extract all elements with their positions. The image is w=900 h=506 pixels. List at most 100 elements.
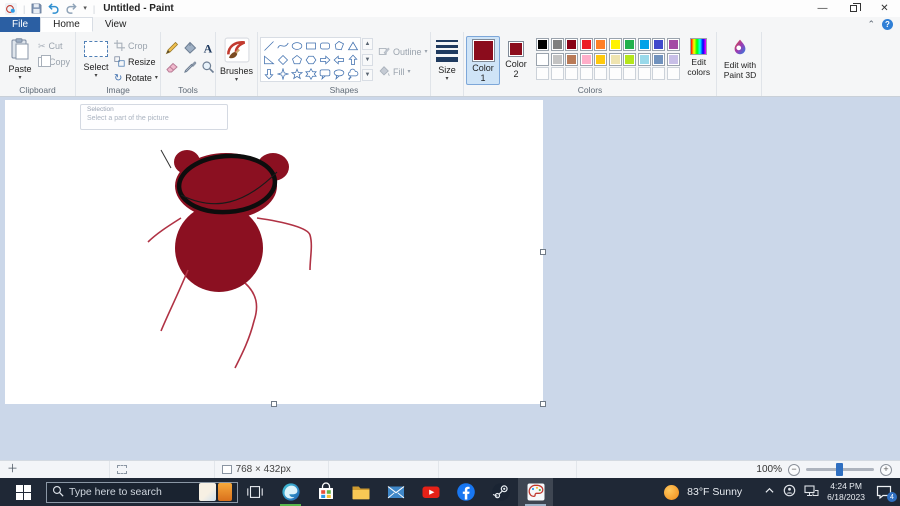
redo-icon[interactable] xyxy=(65,3,78,14)
palette-swatch-empty[interactable] xyxy=(550,67,564,80)
palette-swatch[interactable] xyxy=(637,52,651,66)
undo-icon[interactable] xyxy=(47,3,60,14)
task-view-button[interactable] xyxy=(238,478,271,506)
shape-right-triangle[interactable] xyxy=(262,53,275,66)
palette-swatch-empty[interactable] xyxy=(565,67,578,80)
magnifier-icon[interactable] xyxy=(200,58,216,75)
shape-rectangle[interactable] xyxy=(304,39,317,52)
shape-ellipse[interactable] xyxy=(290,39,303,52)
rotate-button[interactable]: ↻ Rotate ▾ xyxy=(114,71,158,85)
select-button[interactable]: Select ▾ xyxy=(78,36,114,79)
clock[interactable]: 4:24 PM 6/18/2023 xyxy=(827,481,865,503)
weather-text[interactable]: 83°F Sunny xyxy=(687,486,742,498)
palette-swatch-empty[interactable] xyxy=(536,67,549,80)
shape-star-6[interactable] xyxy=(304,67,317,80)
resize-button[interactable]: Resize xyxy=(114,55,158,69)
palette-swatch[interactable] xyxy=(536,38,549,51)
help-icon[interactable]: ? xyxy=(882,19,893,30)
shape-diamond[interactable] xyxy=(276,53,289,66)
taskbar-app-youtube[interactable] xyxy=(413,478,448,506)
taskbar-app-edge[interactable] xyxy=(273,478,308,506)
palette-swatch[interactable] xyxy=(594,52,607,66)
palette-swatch-empty[interactable] xyxy=(608,67,622,80)
palette-swatch[interactable] xyxy=(565,38,578,51)
palette-swatch[interactable] xyxy=(623,52,636,66)
shapes-scroll-up-icon[interactable]: ▲ xyxy=(362,38,373,50)
palette-swatch[interactable] xyxy=(666,38,680,51)
pencil-icon[interactable] xyxy=(164,39,180,56)
shape-line[interactable] xyxy=(262,39,275,52)
palette-swatch-empty[interactable] xyxy=(594,67,607,80)
minimize-icon[interactable]: — xyxy=(807,0,838,17)
palette-swatch[interactable] xyxy=(666,52,680,66)
palette-swatch-empty[interactable] xyxy=(623,67,636,80)
canvas-resize-handle-bottom[interactable] xyxy=(271,401,277,407)
shape-pentagon[interactable] xyxy=(290,53,303,66)
drawing-canvas[interactable] xyxy=(5,100,543,404)
zoom-out-icon[interactable]: − xyxy=(788,463,800,476)
palette-swatch[interactable] xyxy=(608,38,622,51)
zoom-in-icon[interactable]: + xyxy=(880,463,892,476)
shape-rounded-rectangle[interactable] xyxy=(318,39,331,52)
brushes-button[interactable]: Brushes ▾ xyxy=(219,36,255,83)
eraser-icon[interactable] xyxy=(164,58,180,75)
shape-callout-oval[interactable] xyxy=(332,67,345,80)
palette-swatch[interactable] xyxy=(637,38,651,51)
canvas-resize-handle-corner[interactable] xyxy=(540,401,546,407)
shape-hexagon[interactable] xyxy=(304,53,317,66)
shape-arrow-right[interactable] xyxy=(318,53,331,66)
edit-colors-button[interactable]: Edit colors xyxy=(684,36,715,77)
palette-swatch[interactable] xyxy=(536,52,549,66)
palette-swatch[interactable] xyxy=(565,52,578,66)
shapes-scroll-down-icon[interactable]: ▼ xyxy=(362,53,373,66)
fill-button[interactable]: Fill ▾ xyxy=(378,65,428,79)
palette-swatch[interactable] xyxy=(594,38,607,51)
taskbar-app-steam[interactable] xyxy=(483,478,518,506)
shape-arrow-up[interactable] xyxy=(346,53,359,66)
taskbar-app-store[interactable] xyxy=(308,478,343,506)
cut-button[interactable]: ✂ Cut xyxy=(38,39,70,53)
palette-swatch[interactable] xyxy=(623,38,636,51)
search-box[interactable] xyxy=(46,481,238,503)
network-icon[interactable] xyxy=(804,484,819,500)
palette-swatch-empty[interactable] xyxy=(637,67,651,80)
palette-swatch[interactable] xyxy=(579,38,593,51)
palette-swatch[interactable] xyxy=(652,38,665,51)
size-button[interactable]: Size ▾ xyxy=(433,36,461,82)
shape-callout-cloud[interactable] xyxy=(346,67,359,80)
palette-swatch[interactable] xyxy=(579,52,593,66)
shape-star-4[interactable] xyxy=(276,67,289,80)
sun-icon[interactable] xyxy=(664,484,680,500)
tab-view[interactable]: View xyxy=(93,17,139,32)
canvas-resize-handle-right[interactable] xyxy=(540,249,546,255)
taskbar-app-mail[interactable] xyxy=(378,478,413,506)
taskbar-app-paint[interactable] xyxy=(518,478,553,506)
customize-toolbar-icon[interactable]: ▾ xyxy=(83,5,87,12)
color2-button[interactable]: Color 2 xyxy=(500,36,532,80)
notification-button[interactable]: 4 xyxy=(873,485,897,502)
search-input[interactable] xyxy=(69,486,194,498)
palette-swatch[interactable] xyxy=(652,52,665,66)
tab-file[interactable]: File xyxy=(0,17,41,32)
palette-swatch[interactable] xyxy=(608,52,622,66)
taskbar-app-explorer[interactable] xyxy=(343,478,378,506)
fill-bucket-icon[interactable] xyxy=(182,39,198,56)
minimize-ribbon-icon[interactable]: ⌃ xyxy=(867,20,875,29)
edit-with-paint3d-button[interactable]: Edit with Paint 3D xyxy=(719,36,761,81)
zoom-slider-thumb[interactable] xyxy=(836,463,843,476)
restore-icon[interactable] xyxy=(838,0,869,17)
shape-polygon[interactable] xyxy=(332,39,345,52)
palette-swatch-empty[interactable] xyxy=(579,67,593,80)
shape-triangle[interactable] xyxy=(346,39,359,52)
text-icon[interactable]: A xyxy=(200,39,216,56)
copy-button[interactable]: Copy xyxy=(38,55,70,69)
color-picker-icon[interactable] xyxy=(182,58,198,75)
shape-arrow-left[interactable] xyxy=(332,53,345,66)
palette-swatch[interactable] xyxy=(550,38,564,51)
shape-star-5[interactable] xyxy=(290,67,303,80)
save-icon[interactable] xyxy=(31,3,42,14)
taskbar-app-facebook[interactable] xyxy=(448,478,483,506)
chevron-up-icon[interactable] xyxy=(764,486,775,498)
people-icon[interactable] xyxy=(783,484,796,500)
crop-button[interactable]: Crop xyxy=(114,39,158,53)
